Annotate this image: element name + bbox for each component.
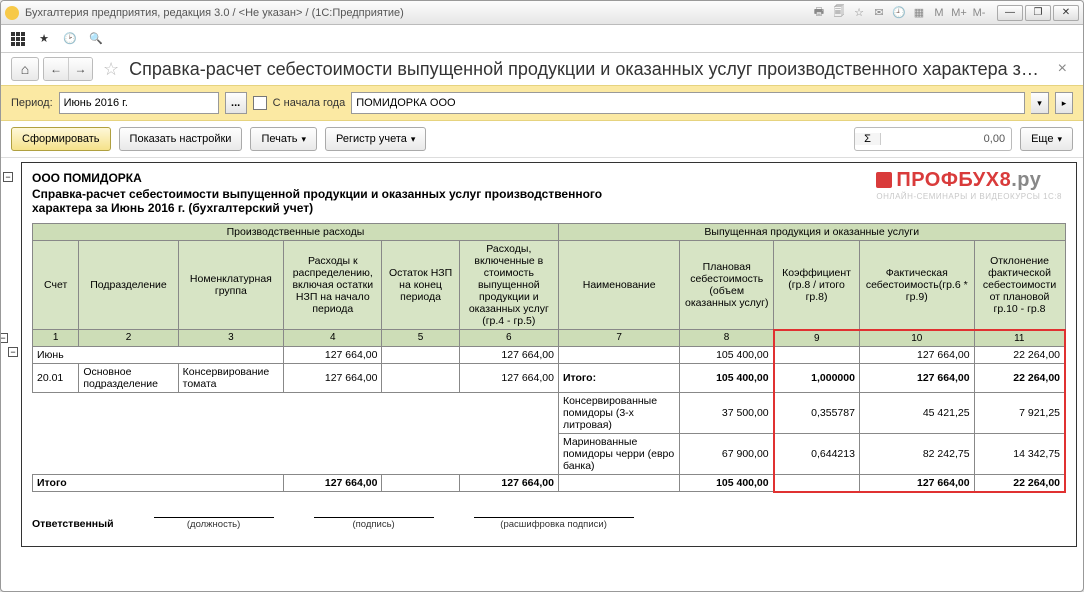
m-minus-icon[interactable]: M- [971, 6, 987, 20]
back-button[interactable]: ← [44, 58, 68, 80]
generate-button[interactable]: Сформировать [11, 127, 111, 151]
row-total[interactable]: Итого 127 664,00 127 664,00 105 400,00 1… [33, 474, 1066, 492]
mail-icon[interactable]: ✉ [871, 6, 887, 20]
sign-position: (должность) [154, 517, 274, 530]
from-start-checkbox[interactable] [253, 96, 267, 110]
nav-arrows: ← → [43, 57, 93, 81]
app-window: Бухгалтерия предприятия, редакция 3.0 / … [0, 0, 1084, 592]
tree-toggle-month[interactable]: − [1, 333, 8, 343]
m-plus-icon[interactable]: M+ [951, 6, 967, 20]
apps-grid-icon[interactable] [9, 30, 27, 48]
calc-icon[interactable]: 🗐 [831, 6, 847, 20]
app-icon [5, 6, 19, 20]
close-window-button[interactable]: ✕ [1053, 5, 1079, 21]
th-fact: Фактическая себестоимость(гр.6 * гр.9) [859, 241, 974, 330]
titlebar: Бухгалтерия предприятия, редакция 3.0 / … [1, 1, 1083, 25]
th-nomgroup: Номенклатурная группа [178, 241, 284, 330]
org-dropdown-button[interactable]: ▾ [1031, 92, 1049, 114]
period-picker-button[interactable]: ... [225, 92, 247, 114]
row-product-2[interactable]: Маринованные помидоры черри (евро банка)… [33, 433, 1066, 474]
action-bar: Сформировать Показать настройки Печать▾ … [1, 121, 1083, 158]
row-account[interactable]: 20.01 Основное подразделение Консервиров… [33, 363, 1066, 392]
report-table: Производственные расходы Выпущенная прод… [32, 223, 1066, 493]
search-icon[interactable]: 🔍 [87, 30, 105, 48]
print-icon[interactable]: 🖶 [811, 6, 827, 20]
more-button[interactable]: Еще▾ [1020, 127, 1073, 151]
organization-field[interactable]: ПОМИДОРКА ООО [351, 92, 1025, 114]
grid-small-icon[interactable]: ▦ [911, 6, 927, 20]
period-label: Период: [11, 97, 53, 109]
minimize-button[interactable]: — [997, 5, 1023, 21]
bookmark-star-icon[interactable]: ☆ [103, 59, 119, 80]
th-group-prod-costs: Производственные расходы [33, 224, 559, 241]
filter-bar: Период: Июнь 2016 г. ... С начала года П… [1, 85, 1083, 121]
favorite-star-icon[interactable]: ★ [35, 30, 53, 48]
row-product-1[interactable]: Консервированные помидоры (3-х литровая)… [33, 392, 1066, 433]
titlebar-tools: 🖶 🗐 ☆ ✉ 🕘 ▦ M M+ M- [811, 6, 987, 20]
sum-display: Σ 0,00 [854, 127, 1012, 151]
window-buttons: — ❐ ✕ [995, 5, 1079, 21]
window-title: Бухгалтерия предприятия, редакция 3.0 / … [25, 7, 811, 19]
signature-row: Ответственный (должность) (подпись) (рас… [32, 517, 1066, 530]
row-month[interactable]: Июнь 127 664,00 127 664,00 105 400,00 12… [33, 346, 1066, 363]
sigma-icon[interactable]: Σ [855, 133, 881, 145]
th-costs: Расходы к распределению, включая остатки… [284, 241, 382, 330]
sign-signature: (подпись) [314, 517, 434, 530]
maximize-button[interactable]: ❐ [1025, 5, 1051, 21]
doc-title: Справка-расчет себестоимости выпущенной … [129, 59, 1048, 80]
column-numbers: 123 456 78 9 10 11 [33, 330, 1066, 347]
sum-value: 0,00 [881, 133, 1011, 145]
register-button[interactable]: Регистр учета▾ [325, 127, 426, 151]
th-dept: Подразделение [79, 241, 178, 330]
main-toolbar: ★ 🕑 🔍 [1, 25, 1083, 53]
report-viewport[interactable]: − ПРОФБУХ8.ру ОНЛАЙН-СЕМИНАРЫ И ВИДЕОКУР… [1, 158, 1083, 591]
th-name: Наименование [558, 241, 679, 330]
print-button[interactable]: Печать▾ [250, 127, 317, 151]
period-field[interactable]: Июнь 2016 г. [59, 92, 219, 114]
org-open-button[interactable]: ▸ [1055, 92, 1073, 114]
responsible-label: Ответственный [32, 518, 114, 530]
th-coef: Коэффициент (гр.8 / итого гр.8) [774, 241, 860, 330]
th-incl: Расходы, включенные в стоимость выпущенн… [459, 241, 558, 330]
forward-button[interactable]: → [68, 58, 92, 80]
th-wip: Остаток НЗП на конец периода [382, 241, 459, 330]
tree-toggle-acc[interactable]: − [8, 347, 18, 357]
th-group-output: Выпущенная продукция и оказанные услуги [558, 224, 1065, 241]
close-doc-button[interactable]: × [1052, 60, 1073, 78]
th-plan: Плановая себестоимость (объем оказанных … [680, 241, 774, 330]
star-icon[interactable]: ☆ [851, 6, 867, 20]
m-icon[interactable]: M [931, 6, 947, 20]
tree-toggle-root[interactable]: − [3, 172, 13, 182]
from-start-label: С начала года [273, 97, 346, 109]
doc-header: ⌂ ← → ☆ Справка-расчет себестоимости вып… [1, 53, 1083, 85]
th-dev: Отклонение фактической себестоимости от … [974, 241, 1065, 330]
show-settings-button[interactable]: Показать настройки [119, 127, 243, 151]
report-body: ПРОФБУХ8.ру ОНЛАЙН-СЕМИНАРЫ И ВИДЕОКУРСЫ… [21, 162, 1077, 547]
th-account: Счет [33, 241, 79, 330]
history-icon[interactable]: 🕑 [61, 30, 79, 48]
report-title: Справка-расчет себестоимости выпущенной … [32, 187, 652, 215]
watermark: ПРОФБУХ8.ру ОНЛАЙН-СЕМИНАРЫ И ВИДЕОКУРСЫ… [876, 169, 1062, 201]
clock-icon[interactable]: 🕘 [891, 6, 907, 20]
sign-decipher: (расшифровка подписи) [474, 517, 634, 530]
home-button[interactable]: ⌂ [11, 57, 39, 81]
